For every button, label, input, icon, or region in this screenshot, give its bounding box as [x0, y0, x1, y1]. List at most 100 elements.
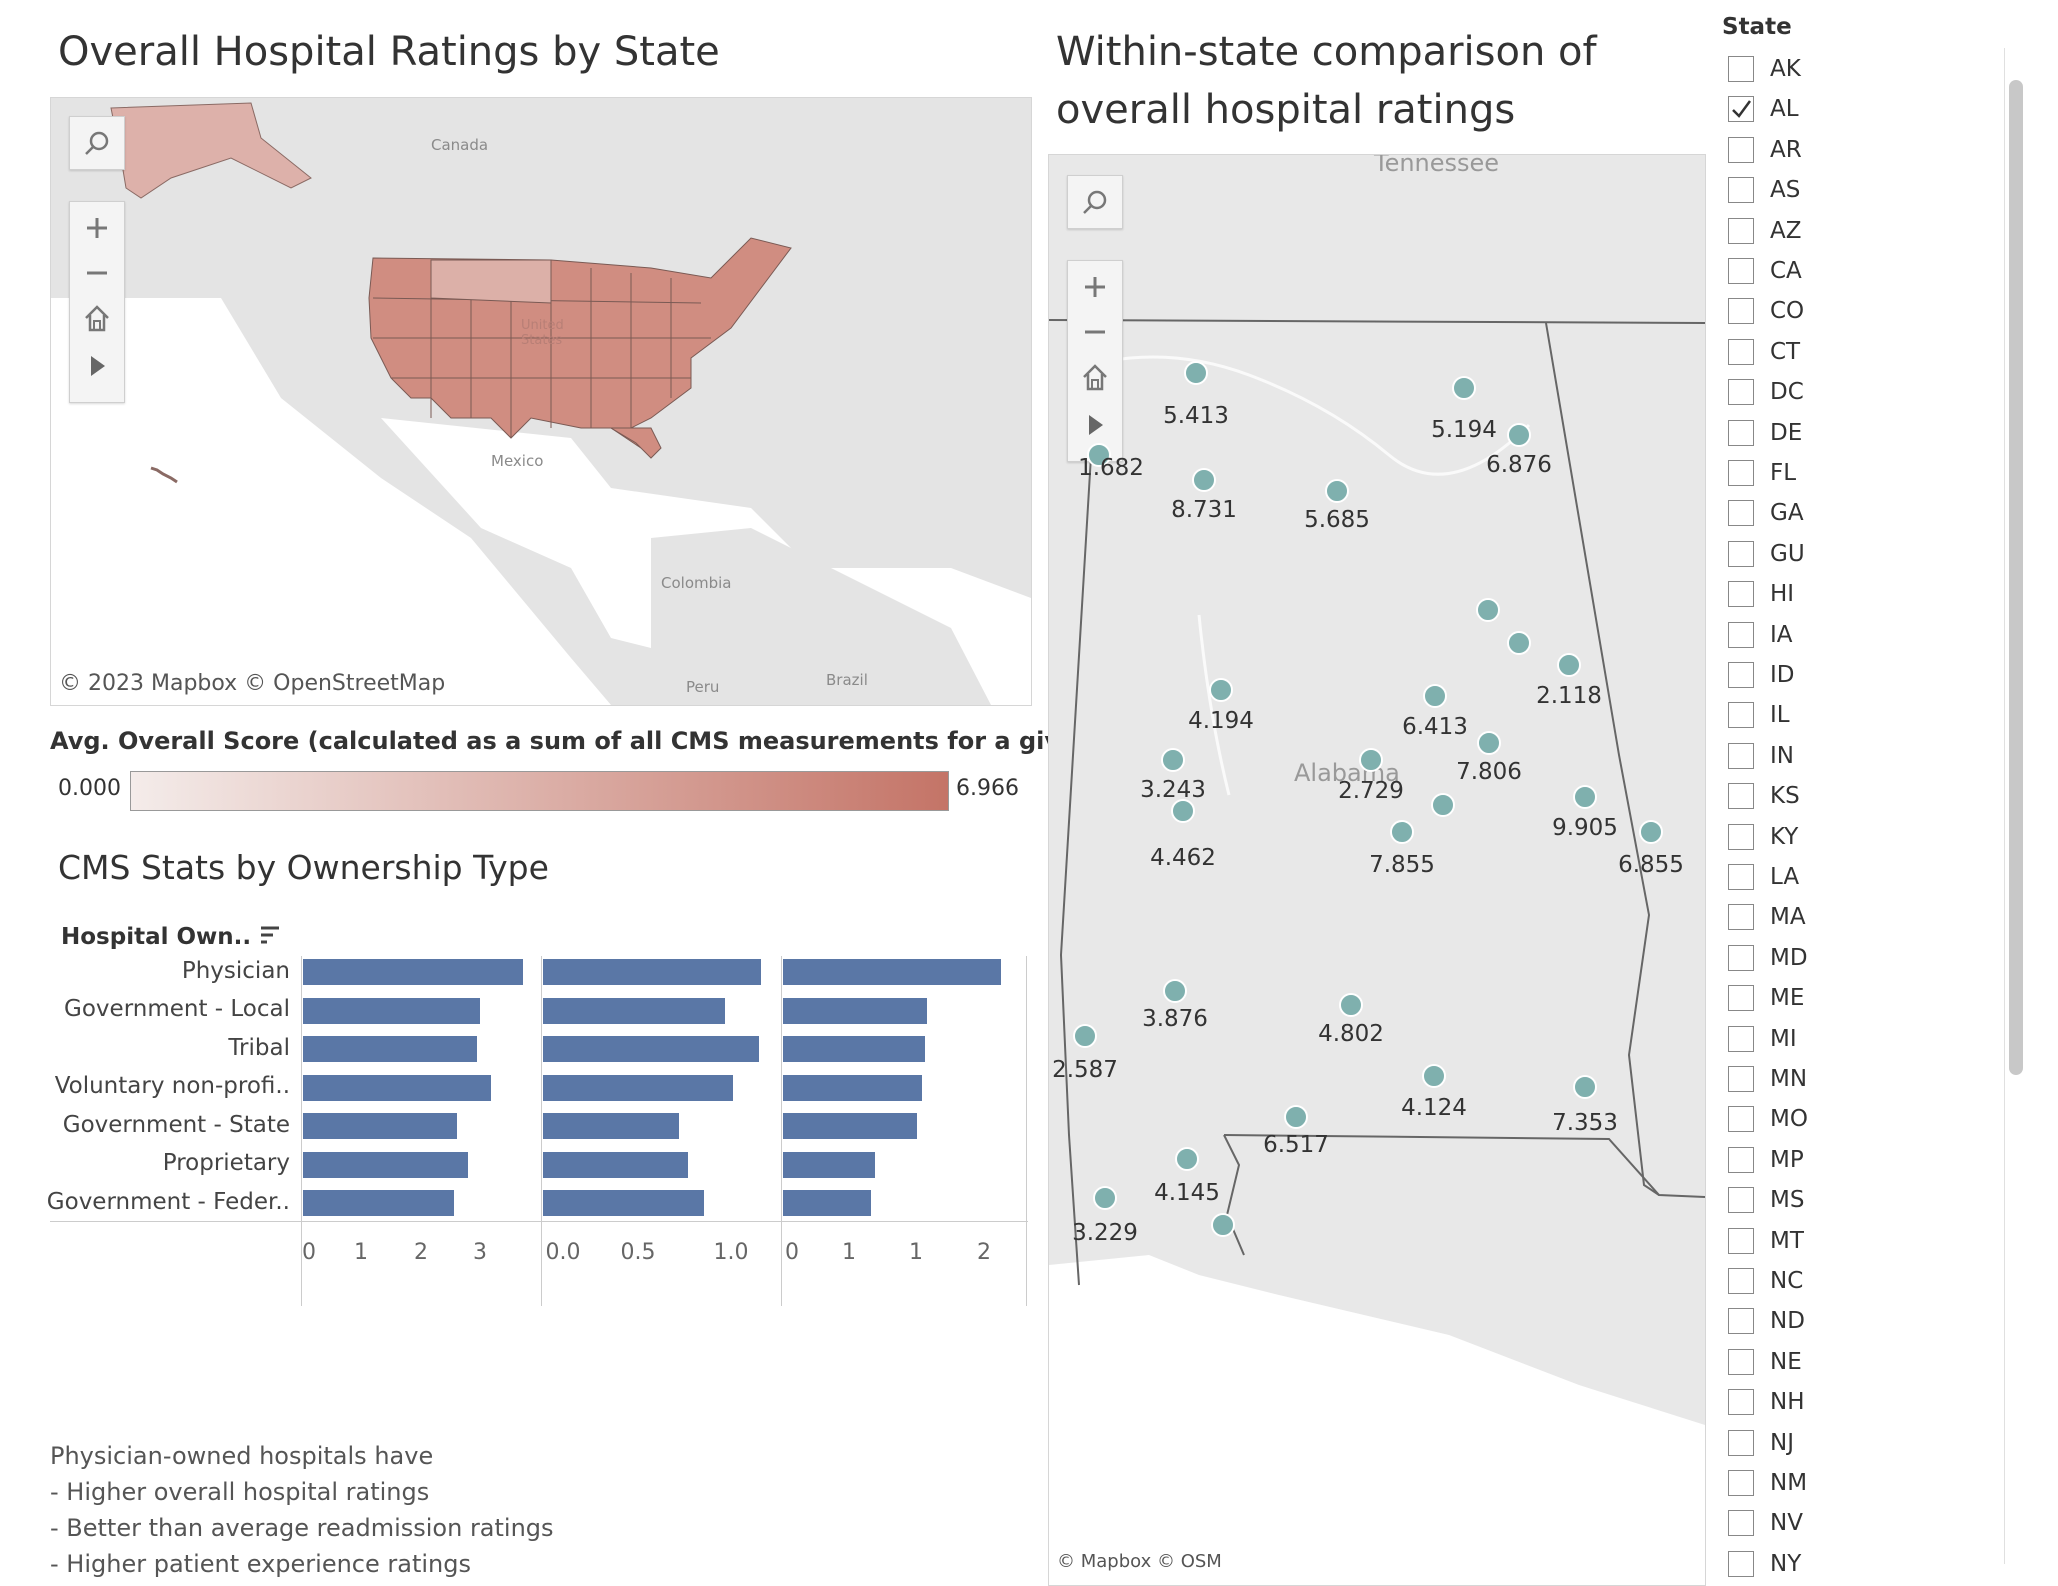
state-filter-item[interactable]: ME	[1728, 981, 1804, 1015]
bar[interactable]	[783, 1113, 918, 1139]
state-filter-item[interactable]: MN	[1728, 1062, 1807, 1096]
hospital-point[interactable]	[1175, 1147, 1199, 1171]
state-filter-item[interactable]: AK	[1728, 52, 1801, 86]
state-filter-item[interactable]: LA	[1728, 860, 1799, 894]
state-filter-item[interactable]: GA	[1728, 496, 1804, 530]
hospital-point[interactable]	[1390, 820, 1414, 844]
state-filter-item[interactable]: CA	[1728, 254, 1802, 288]
hospital-point[interactable]	[1477, 731, 1501, 755]
state-checkbox[interactable]	[1728, 379, 1754, 406]
hospital-point[interactable]	[1325, 479, 1349, 503]
hospital-point[interactable]	[1573, 1075, 1597, 1099]
state-checkbox[interactable]	[1728, 177, 1754, 204]
state-checkbox[interactable]	[1728, 1470, 1754, 1496]
state-filter-item[interactable]: NH	[1728, 1385, 1805, 1419]
bar[interactable]	[303, 1152, 469, 1178]
bar[interactable]	[303, 1190, 454, 1216]
state-filter-item[interactable]: CT	[1728, 335, 1800, 369]
state-filter-item[interactable]: KS	[1728, 779, 1800, 813]
scrollbar-thumb[interactable]	[2009, 80, 2023, 1075]
state-filter-item[interactable]: MD	[1728, 941, 1808, 975]
hospital-point[interactable]	[1339, 993, 1363, 1017]
state-filter-item[interactable]: FL	[1728, 456, 1796, 490]
hospital-point[interactable]	[1093, 1186, 1117, 1210]
state-filter-item[interactable]: KY	[1728, 820, 1798, 854]
state-checkbox[interactable]	[1728, 662, 1754, 688]
zoom-in-button[interactable]	[70, 206, 124, 250]
state-filter-item[interactable]: MI	[1728, 1022, 1797, 1056]
state-checkbox[interactable]	[1728, 56, 1754, 82]
hospital-point[interactable]	[1573, 785, 1597, 809]
hospital-point[interactable]	[1422, 1064, 1446, 1088]
state-filter-item[interactable]: GU	[1728, 537, 1805, 571]
hospital-point[interactable]	[1209, 678, 1233, 702]
state-checkbox[interactable]	[1728, 864, 1754, 890]
hospital-point[interactable]	[1161, 748, 1185, 772]
state-checkbox[interactable]	[1728, 621, 1754, 648]
bar[interactable]	[783, 1075, 923, 1101]
zoom-out-button[interactable]	[70, 251, 124, 295]
state-checkbox[interactable]	[1728, 1348, 1754, 1375]
alabama-map[interactable]: Tennessee Alabama 5.413 5.194 6.876 1.682 8.…	[1048, 154, 1706, 1586]
hospital-point[interactable]	[1452, 376, 1476, 400]
state-checkbox[interactable]	[1728, 783, 1754, 810]
state-filter-item[interactable]: CO	[1728, 294, 1804, 328]
reset-view-button[interactable]	[70, 296, 124, 340]
state-checkbox[interactable]	[1728, 338, 1754, 365]
state-filter-scrollbar[interactable]	[2004, 48, 2025, 1564]
bar[interactable]	[543, 1036, 760, 1062]
state-filter-item[interactable]: DE	[1728, 416, 1802, 450]
state-filter-item[interactable]: MO	[1728, 1102, 1808, 1136]
state-checkbox[interactable]	[1728, 1146, 1754, 1173]
bar[interactable]	[543, 959, 761, 985]
map-search-button[interactable]	[70, 121, 124, 165]
right-map-attribution[interactable]: © Mapbox © OSM	[1057, 1551, 1222, 1572]
state-checkbox[interactable]	[1728, 136, 1754, 163]
state-checkbox[interactable]	[1728, 460, 1754, 486]
state-filter-item[interactable]: NE	[1728, 1345, 1802, 1379]
state-filter-item[interactable]: AZ	[1728, 214, 1802, 248]
bar[interactable]	[303, 1036, 477, 1062]
bar[interactable]	[783, 1190, 872, 1216]
state-checkbox[interactable]	[1728, 581, 1754, 608]
bar[interactable]	[543, 1113, 679, 1139]
hospital-point[interactable]	[1507, 423, 1531, 447]
hospital-point[interactable]	[1507, 631, 1531, 655]
state-checkbox[interactable]	[1728, 1066, 1754, 1092]
bar[interactable]	[303, 959, 524, 985]
state-filter-item[interactable]: NC	[1728, 1264, 1803, 1298]
state-checkbox[interactable]	[1728, 1268, 1754, 1294]
left-map-attribution[interactable]: © 2023 Mapbox © OpenStreetMap	[59, 671, 445, 696]
hospital-point[interactable]	[1211, 1213, 1235, 1237]
state-filter-item[interactable]: HI	[1728, 577, 1794, 611]
hospital-point[interactable]	[1073, 1024, 1097, 1048]
us-map[interactable]: Canada United States Mexico Colombia Per…	[50, 97, 1032, 706]
bar[interactable]	[303, 1113, 457, 1139]
state-filter-item[interactable]: IL	[1728, 698, 1790, 732]
hospital-point[interactable]	[1163, 979, 1187, 1003]
state-checkbox[interactable]	[1728, 823, 1754, 850]
bar[interactable]	[543, 1152, 689, 1178]
hospital-point[interactable]	[1476, 598, 1500, 622]
state-checkbox[interactable]	[1728, 904, 1754, 931]
state-checkbox[interactable]	[1728, 985, 1754, 1012]
bar[interactable]	[303, 1075, 492, 1101]
state-checkbox[interactable]	[1728, 217, 1754, 244]
state-filter-item[interactable]: NM	[1728, 1466, 1807, 1500]
bar[interactable]	[543, 1075, 734, 1101]
hospital-point[interactable]	[1557, 653, 1581, 677]
state-checkbox[interactable]	[1728, 1106, 1754, 1133]
bar[interactable]	[543, 998, 726, 1024]
bar[interactable]	[303, 998, 480, 1024]
state-checkbox[interactable]	[1728, 1389, 1754, 1416]
state-filter-item[interactable]: MS	[1728, 1183, 1804, 1217]
state-checkbox[interactable]	[1728, 944, 1754, 971]
state-filter-item[interactable]: AR	[1728, 133, 1802, 167]
state-filter-item[interactable]: MA	[1728, 900, 1806, 934]
state-filter-item[interactable]: MT	[1728, 1224, 1804, 1258]
state-filter-item[interactable]: IN	[1728, 739, 1794, 773]
state-filter-item[interactable]: MP	[1728, 1143, 1804, 1177]
state-checkbox[interactable]	[1728, 742, 1754, 769]
state-checkbox[interactable]	[1728, 1308, 1754, 1335]
state-checkbox[interactable]	[1728, 1429, 1754, 1456]
